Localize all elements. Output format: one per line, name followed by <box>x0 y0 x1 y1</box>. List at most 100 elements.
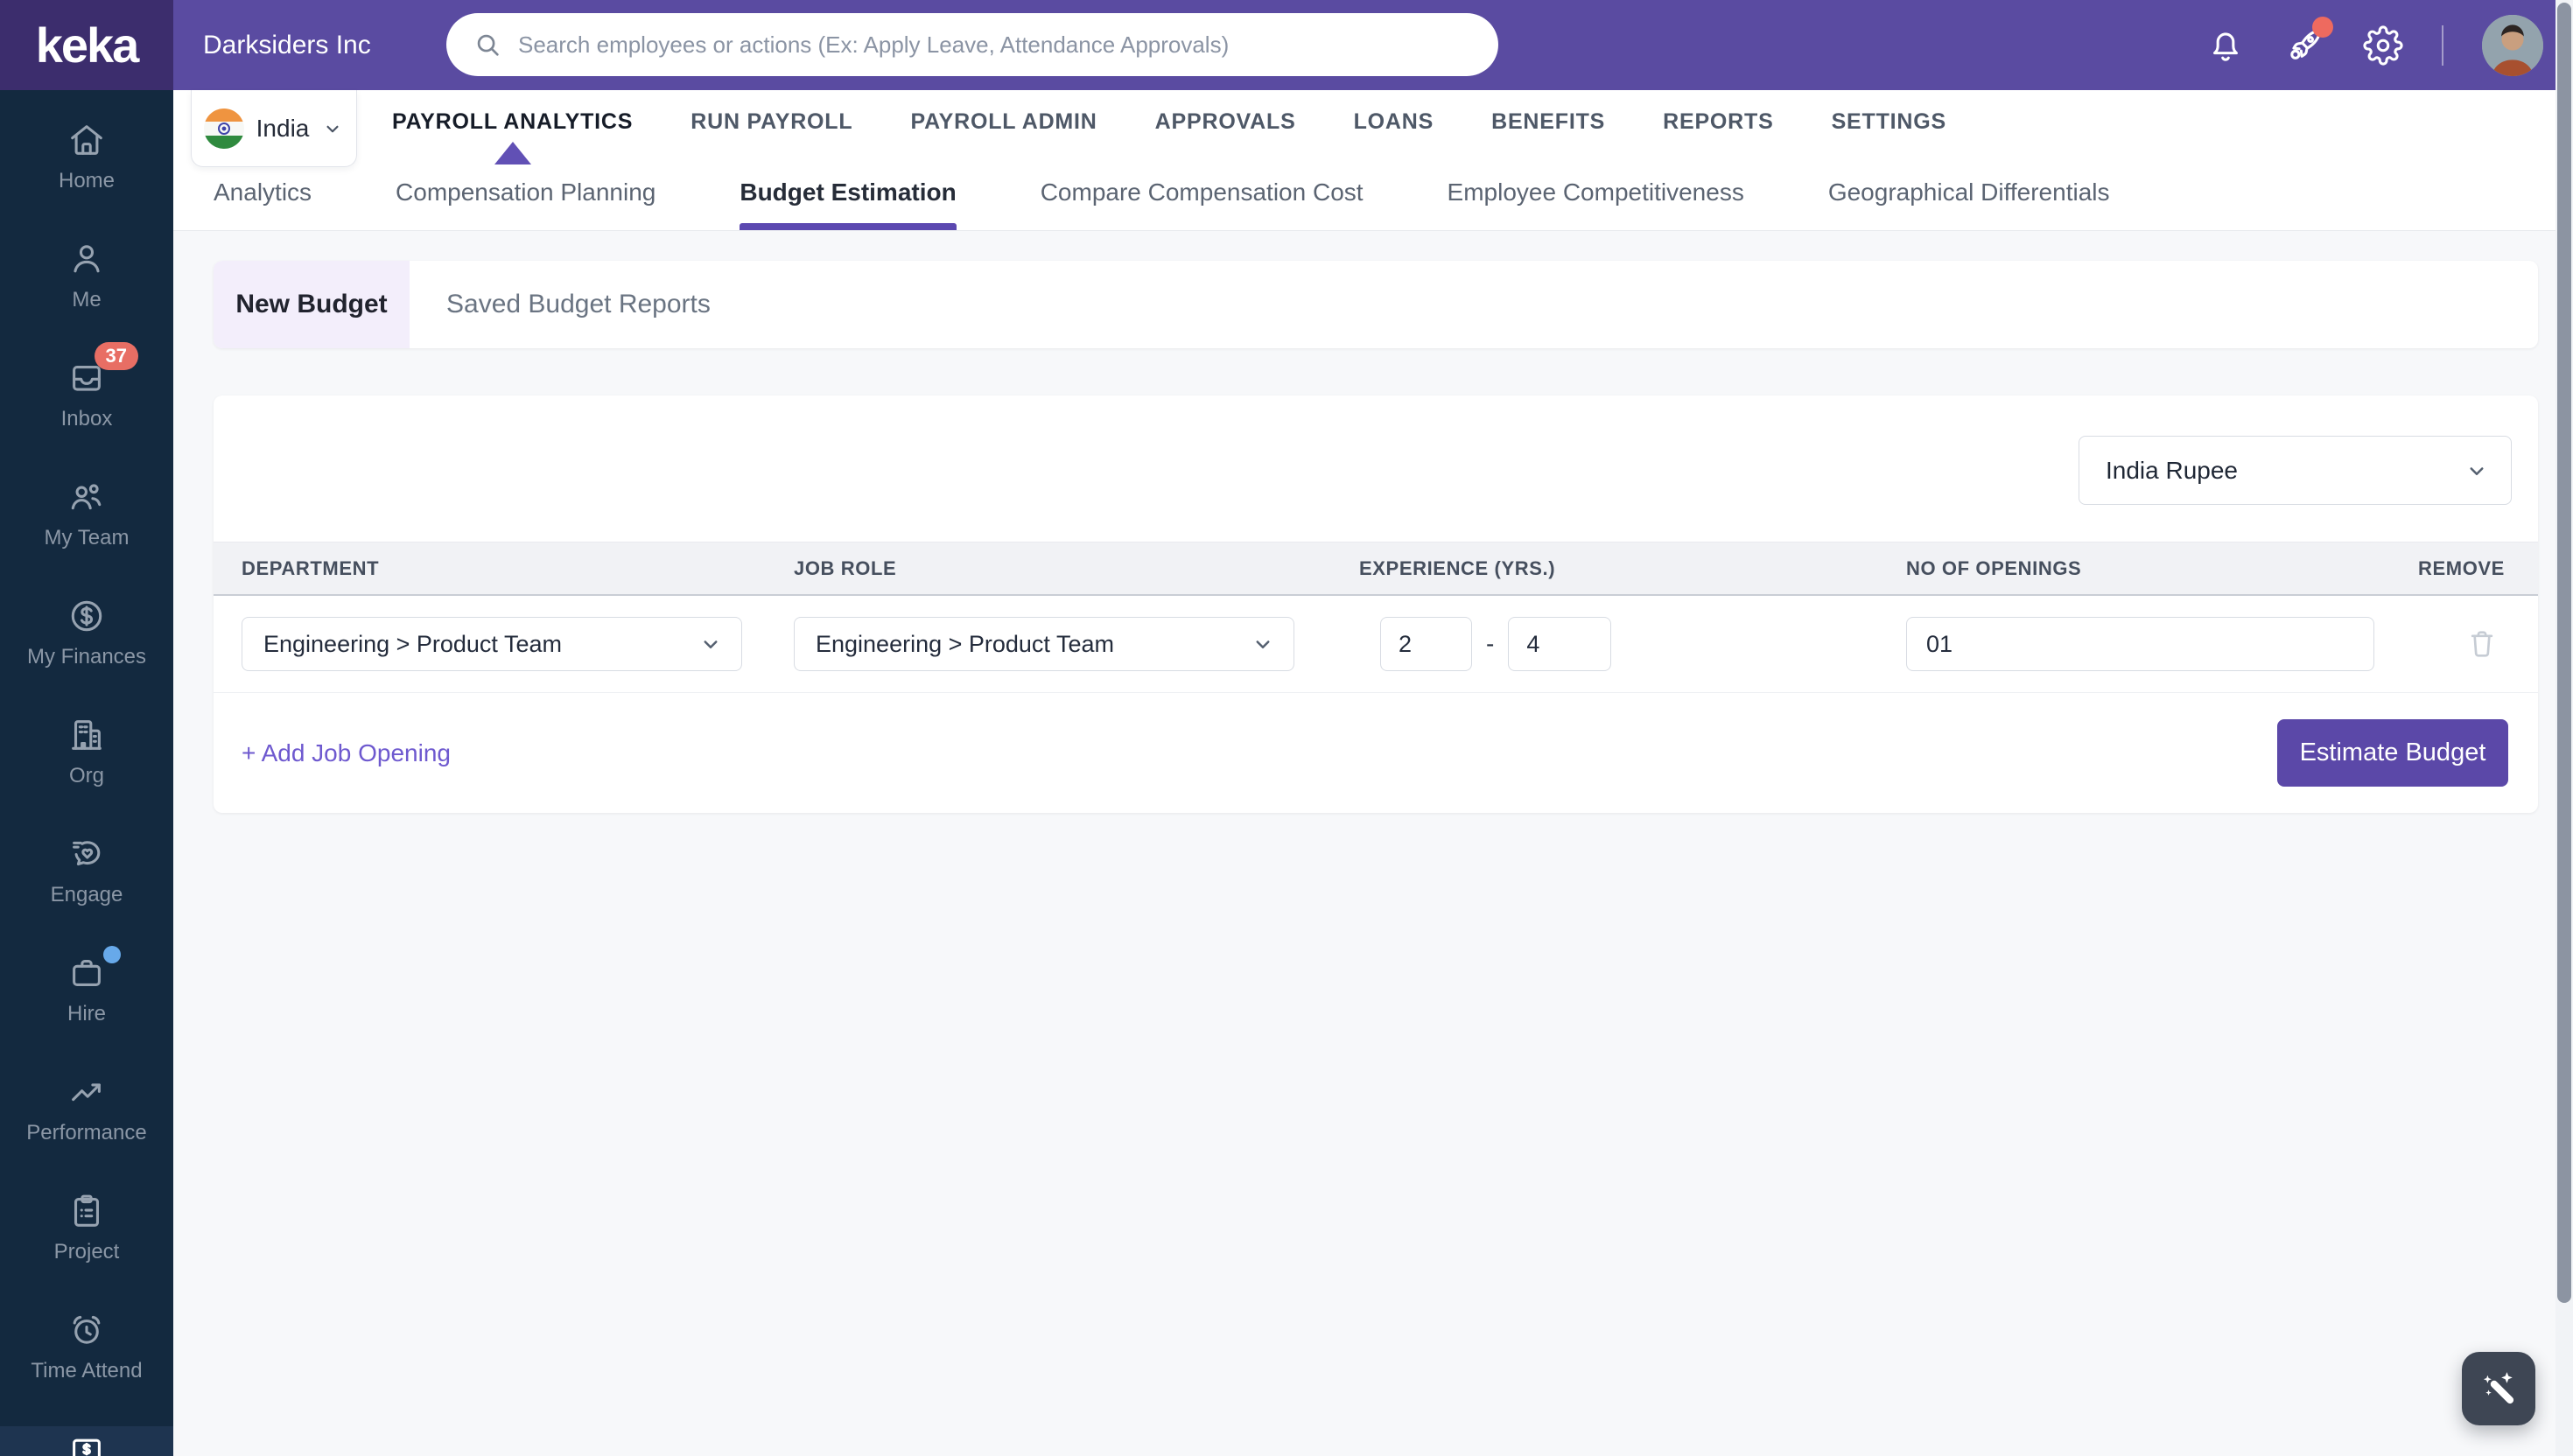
currency-select[interactable]: India Rupee <box>2079 436 2512 505</box>
sidebar-item-label: Engage <box>50 883 123 906</box>
sidebar-item-engage[interactable]: Engage <box>0 811 173 930</box>
sidebar-item-inbox[interactable]: 37 Inbox <box>0 335 173 454</box>
estimate-budget-button[interactable]: Estimate Budget <box>2277 719 2508 787</box>
sidebar-item-me[interactable]: Me <box>0 216 173 335</box>
table-row: Engineering > Product Team Engineering >… <box>214 596 2538 693</box>
sidebar-item-label: Time Attend <box>31 1359 143 1382</box>
sidebar-item-label: Me <box>72 288 102 312</box>
trash-icon <box>2471 631 2493 657</box>
subnav-budget-estimation[interactable]: Budget Estimation <box>740 154 957 230</box>
home-icon <box>67 120 107 160</box>
experience-separator: - <box>1486 630 1495 657</box>
col-job-role: JOB ROLE <box>794 556 897 579</box>
main-column: Darksiders Inc Search employees or actio… <box>173 0 2555 1456</box>
remove-row-button[interactable] <box>2464 626 2499 662</box>
experience-max-input[interactable] <box>1508 617 1612 671</box>
table-header: DEPARTMENT JOB ROLE EXPERIENCE (YRS.) NO… <box>214 542 2538 596</box>
company-name: Darksiders Inc <box>203 30 371 60</box>
inbox-count-badge: 37 <box>94 342 138 371</box>
department-select[interactable]: Engineering > Product Team <box>242 617 742 671</box>
team-icon <box>67 477 107 517</box>
sidebar-item-payroll-partial[interactable] <box>0 1426 173 1456</box>
experience-min-input[interactable] <box>1380 617 1472 671</box>
ai-assistant-fab[interactable] <box>2462 1352 2535 1425</box>
inbox-icon: 37 <box>67 342 138 398</box>
col-remove: REMOVE <box>2418 556 2505 579</box>
col-experience: EXPERIENCE (YRS.) <box>1359 556 1556 579</box>
sidebar-item-label: My Finances <box>26 645 147 668</box>
subnav-compensation-planning[interactable]: Compensation Planning <box>396 154 656 230</box>
payroll-monitor-icon <box>73 1438 101 1456</box>
primary-nav: India PAYROLL ANALYTICS RUN PAYROLL PAYR… <box>173 90 2555 167</box>
active-tab-underline <box>740 223 957 230</box>
settings-gear-icon[interactable] <box>2363 24 2403 66</box>
department-value: Engineering > Product Team <box>263 630 562 657</box>
content-area: New Budget Saved Budget Reports India Ru… <box>173 231 2555 1456</box>
budget-form-card: India Rupee DEPARTMENT JOB ROLE EXPERIEN… <box>214 396 2538 813</box>
tab-saved-budget-reports[interactable]: Saved Budget Reports <box>410 261 747 348</box>
hire-icon <box>67 946 121 993</box>
global-search[interactable] <box>446 13 1498 76</box>
sidebar-item-label: Home <box>58 169 116 192</box>
project-icon <box>67 1191 107 1231</box>
ashoka-chakra <box>217 122 230 135</box>
chevron-down-icon <box>2470 466 2484 475</box>
nav-payroll-admin[interactable]: PAYROLL ADMIN <box>910 109 1097 135</box>
notification-dot <box>2312 16 2333 38</box>
subnav-compare-compensation-cost[interactable]: Compare Compensation Cost <box>1041 154 1364 230</box>
sidebar-nav: Home Me 37 Inbox My Team My Finances Org… <box>0 90 173 1406</box>
country-selector[interactable]: India <box>191 90 357 167</box>
notifications-bell-icon[interactable] <box>2205 25 2246 66</box>
performance-icon <box>67 1072 107 1112</box>
nav-run-payroll[interactable]: RUN PAYROLL <box>691 109 852 135</box>
sidebar-item-label: My Team <box>44 526 130 550</box>
active-nav-caret <box>494 142 531 164</box>
user-icon <box>67 239 107 279</box>
india-flag-icon <box>203 108 244 149</box>
time-attend-icon <box>67 1310 107 1350</box>
col-department: DEPARTMENT <box>242 556 380 579</box>
chevron-down-icon <box>326 125 339 132</box>
col-openings: NO OF OPENINGS <box>1906 556 2082 579</box>
search-input[interactable] <box>518 31 1472 59</box>
add-job-opening-link[interactable]: + Add Job Opening <box>242 739 451 767</box>
sidebar-item-home[interactable]: Home <box>0 97 173 216</box>
sidebar-item-time-attend[interactable]: Time Attend <box>0 1287 173 1406</box>
currency-value: India Rupee <box>2106 456 2239 484</box>
user-avatar[interactable] <box>2482 14 2543 76</box>
budget-tabs-card: New Budget Saved Budget Reports <box>214 261 2538 348</box>
subnav-label: Budget Estimation <box>740 178 957 206</box>
nav-reports[interactable]: REPORTS <box>1663 109 1773 135</box>
sidebar-item-my-finances[interactable]: My Finances <box>0 573 173 692</box>
sidebar-item-label: Org <box>68 764 104 788</box>
tab-new-budget[interactable]: New Budget <box>214 261 410 348</box>
sidebar-item-label: Hire <box>67 1002 106 1026</box>
subnav-geographical-differentials[interactable]: Geographical Differentials <box>1828 154 2110 230</box>
keka-logo: keka <box>35 17 140 73</box>
country-label: India <box>256 114 310 142</box>
subnav-employee-competitiveness[interactable]: Employee Competitiveness <box>1448 154 1744 230</box>
nav-payroll-analytics[interactable]: PAYROLL ANALYTICS <box>392 109 633 164</box>
topbar: Darksiders Inc <box>173 0 2555 90</box>
sidebar-item-hire[interactable]: Hire <box>0 930 173 1049</box>
form-footer: + Add Job Opening Estimate Budget <box>214 693 2538 813</box>
nav-benefits[interactable]: BENEFITS <box>1491 109 1605 135</box>
logo-block[interactable]: keka <box>0 0 173 90</box>
job-role-select[interactable]: Engineering > Product Team <box>794 617 1294 671</box>
topbar-actions <box>2205 0 2543 90</box>
sidebar-item-org[interactable]: Org <box>0 692 173 811</box>
chevron-down-icon <box>1256 640 1270 648</box>
scrollbar-track <box>2555 0 2573 1456</box>
nav-settings[interactable]: SETTINGS <box>1832 109 1946 135</box>
topbar-divider <box>2442 24 2443 66</box>
openings-input[interactable] <box>1906 617 2374 671</box>
sidebar-item-label: Project <box>53 1240 120 1264</box>
magic-wand-icon <box>2483 1372 2514 1404</box>
sidebar-item-project[interactable]: Project <box>0 1168 173 1287</box>
sidebar-item-performance[interactable]: Performance <box>0 1049 173 1168</box>
nav-loans[interactable]: LOANS <box>1354 109 1434 135</box>
scrollbar-thumb[interactable] <box>2557 3 2571 1303</box>
whats-new-rocket-icon[interactable] <box>2284 16 2333 66</box>
nav-approvals[interactable]: APPROVALS <box>1155 109 1296 135</box>
sidebar-item-my-team[interactable]: My Team <box>0 454 173 573</box>
